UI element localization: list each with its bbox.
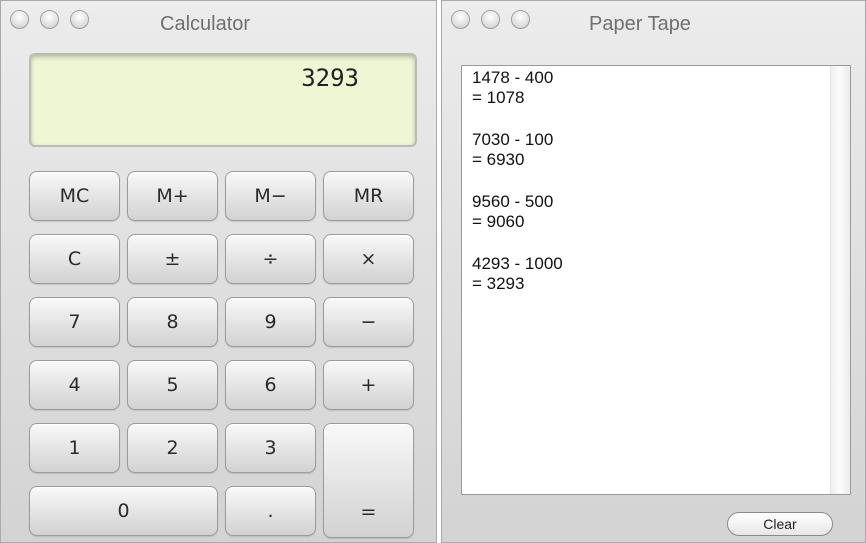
digit-2-button[interactable]: 2: [127, 423, 218, 473]
digit-9-button[interactable]: 9: [225, 297, 316, 347]
digit-0-button[interactable]: 0: [29, 486, 218, 536]
subtract-button[interactable]: −: [323, 297, 414, 347]
minimize-window-button[interactable]: [40, 10, 59, 29]
calculator-display: 3293: [29, 53, 417, 147]
equals-button[interactable]: =: [323, 423, 414, 538]
digit-6-button[interactable]: 6: [225, 360, 316, 410]
tape-result: = 9060: [472, 212, 525, 231]
calculator-titlebar[interactable]: Calculator: [1, 1, 436, 53]
calculator-window: Calculator 3293 MC M+ M− MR C ± ÷ × 7 8 …: [0, 0, 437, 543]
display-value: 3293: [301, 64, 359, 92]
digit-3-button[interactable]: 3: [225, 423, 316, 473]
tape-expression: 7030 - 100: [472, 130, 554, 149]
close-window-button[interactable]: [10, 10, 29, 29]
digit-7-button[interactable]: 7: [29, 297, 120, 347]
digit-4-button[interactable]: 4: [29, 360, 120, 410]
digit-8-button[interactable]: 8: [127, 297, 218, 347]
paper-tape-window: Paper Tape 1478 - 400 = 1078 7030 - 100 …: [441, 0, 866, 543]
minimize-window-button[interactable]: [481, 10, 500, 29]
tape-entries: 1478 - 400 = 1078 7030 - 100 = 6930 9560…: [472, 68, 563, 316]
memory-clear-button[interactable]: MC: [29, 171, 120, 221]
clear-tape-button[interactable]: Clear: [727, 512, 833, 536]
tape-expression: 9560 - 500: [472, 192, 554, 211]
digit-5-button[interactable]: 5: [127, 360, 218, 410]
window-controls: [451, 10, 530, 29]
add-button[interactable]: +: [323, 360, 414, 410]
tape-expression: 4293 - 1000: [472, 254, 563, 273]
memory-subtract-button[interactable]: M−: [225, 171, 316, 221]
sign-toggle-button[interactable]: ±: [127, 234, 218, 284]
tape-entry: 4293 - 1000 = 3293: [472, 254, 563, 294]
memory-recall-button[interactable]: MR: [323, 171, 414, 221]
zoom-window-button[interactable]: [511, 10, 530, 29]
tape-expression: 1478 - 400: [472, 68, 554, 87]
window-title: Calculator: [160, 13, 251, 35]
tape-entry: 9560 - 500 = 9060: [472, 192, 563, 232]
digit-1-button[interactable]: 1: [29, 423, 120, 473]
tape-result: = 3293: [472, 274, 525, 293]
tape-entry: 1478 - 400 = 1078: [472, 68, 563, 108]
paper-tape-log[interactable]: 1478 - 400 = 1078 7030 - 100 = 6930 9560…: [461, 65, 851, 495]
tape-result: = 6930: [472, 150, 525, 169]
tape-scrollbar[interactable]: [830, 66, 850, 494]
window-title: Paper Tape: [589, 13, 691, 35]
clear-button[interactable]: C: [29, 234, 120, 284]
window-controls: [10, 10, 89, 29]
divide-button[interactable]: ÷: [225, 234, 316, 284]
tape-entry: 7030 - 100 = 6930: [472, 130, 563, 170]
tape-result: = 1078: [472, 88, 525, 107]
decimal-button[interactable]: .: [225, 486, 316, 536]
multiply-button[interactable]: ×: [323, 234, 414, 284]
paper-tape-titlebar[interactable]: Paper Tape: [442, 1, 865, 53]
memory-add-button[interactable]: M+: [127, 171, 218, 221]
close-window-button[interactable]: [451, 10, 470, 29]
zoom-window-button[interactable]: [70, 10, 89, 29]
